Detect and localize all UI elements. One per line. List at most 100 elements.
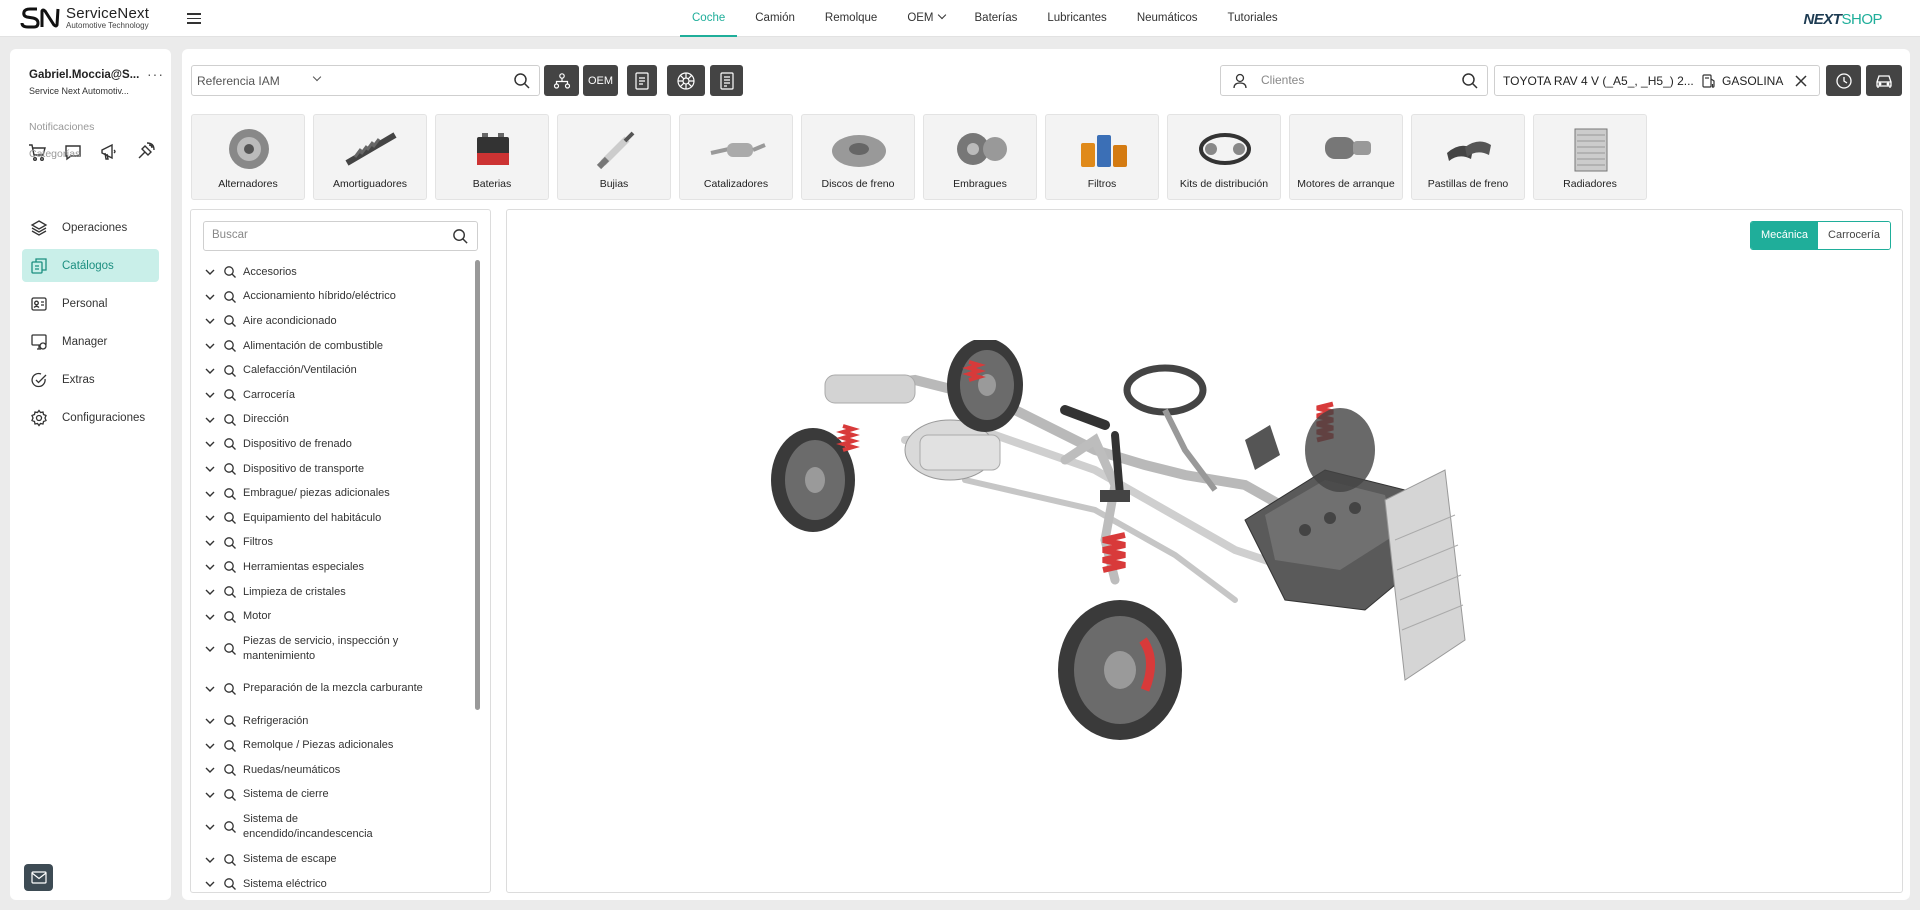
vehicle-chassis-diagram[interactable]	[765, 340, 1525, 760]
hierarchy-button[interactable]	[544, 65, 579, 96]
gear-lever-part[interactable]	[1111, 431, 1124, 499]
mail-button[interactable]	[24, 864, 53, 891]
tree-item[interactable]: Dispositivo de frenado	[203, 432, 473, 457]
category-card-radiadores[interactable]: Radiadores	[1533, 114, 1647, 200]
chevron-down-icon[interactable]	[203, 265, 217, 279]
servicenext-logo[interactable]: ServiceNext Automotive Technology	[20, 6, 149, 30]
mode-mecanica-button[interactable]: Mecánica	[1750, 222, 1819, 249]
sidebar-item-extras[interactable]: Extras	[22, 363, 159, 396]
clients-input[interactable]	[1261, 73, 1451, 87]
reference-search-box[interactable]: Referencia IAM	[191, 65, 540, 96]
tree-item[interactable]: Equipamiento del habitáculo	[203, 506, 473, 531]
tree-item[interactable]: Alimentación de combustible	[203, 334, 473, 359]
sidebar-item-catalogos[interactable]: Catálogos	[22, 249, 159, 282]
category-card-baterias[interactable]: Baterias	[435, 114, 549, 200]
category-card-catalizadores[interactable]: Catalizadores	[679, 114, 793, 200]
chevron-down-icon[interactable]	[203, 820, 217, 834]
chevron-down-icon[interactable]	[203, 560, 217, 574]
category-card-motores-de-arranque[interactable]: Motores de arranque	[1289, 114, 1403, 200]
reference-type-label[interactable]: Referencia IAM	[197, 74, 280, 88]
tree-item[interactable]: Sistema eléctrico	[203, 872, 473, 892]
selected-vehicle[interactable]: TOYOTA RAV 4 V (_A5_, _H5_) 2... GASOLIN…	[1494, 65, 1820, 96]
tree-item[interactable]: Sistema de escape	[203, 847, 473, 872]
tree-item[interactable]: Limpieza de cristales	[203, 580, 473, 605]
tree-item[interactable]: Sistema de encendido/incandescencia	[203, 807, 473, 847]
tree-item[interactable]: Accesorios	[203, 260, 473, 285]
radiator-part[interactable]	[1384, 469, 1466, 681]
tree-item[interactable]: Calefacción/Ventilación	[203, 358, 473, 383]
oem-button[interactable]: OEM	[583, 65, 618, 96]
close-icon[interactable]	[1793, 73, 1809, 89]
satellite-icon[interactable]	[134, 141, 156, 163]
sidebar-item-manager[interactable]: Manager	[22, 325, 159, 358]
tree-search-box[interactable]	[203, 221, 478, 251]
tree-item[interactable]: Accionamiento híbrido/eléctrico	[203, 285, 473, 310]
tree-item[interactable]: Carrocería	[203, 383, 473, 408]
nav-tab-remolque[interactable]: Remolque	[813, 0, 889, 37]
tree-item[interactable]: Ruedas/neumáticos	[203, 758, 473, 783]
chevron-down-icon[interactable]	[203, 714, 217, 728]
nav-tab-coche[interactable]: Coche	[680, 0, 738, 37]
tree-item[interactable]: Piezas de servicio, inspección y manteni…	[203, 629, 473, 669]
pedal-part[interactable]	[1245, 425, 1280, 470]
tree-item[interactable]: Herramientas especiales	[203, 555, 473, 580]
chevron-down-icon[interactable]	[203, 290, 217, 304]
chevron-down-icon[interactable]	[203, 788, 217, 802]
nav-tab-oem[interactable]: OEM	[895, 0, 956, 37]
nextshop-brand[interactable]: NEXTSHOP	[1803, 11, 1882, 28]
chevron-down-icon[interactable]	[203, 511, 217, 525]
category-card-bujias[interactable]: Bujias	[557, 114, 671, 200]
rear-right-wheel[interactable]	[947, 340, 1023, 432]
tree-item[interactable]: Remolque / Piezas adicionales	[203, 734, 473, 759]
sidebar-item-configuraciones[interactable]: Configuraciones	[22, 401, 159, 434]
search-icon[interactable]	[452, 228, 469, 245]
category-card-embragues[interactable]: Embragues	[923, 114, 1037, 200]
tire-button[interactable]	[667, 65, 705, 96]
chevron-down-icon[interactable]	[203, 610, 217, 624]
chevron-down-icon[interactable]	[203, 314, 217, 328]
clients-search-box[interactable]	[1220, 65, 1488, 96]
category-card-amortiguadores[interactable]: Amortiguadores	[313, 114, 427, 200]
search-icon[interactable]	[1461, 72, 1479, 90]
nav-tab-cami-n[interactable]: Camión	[743, 0, 807, 37]
search-icon[interactable]	[513, 72, 531, 90]
chevron-down-icon[interactable]	[203, 364, 217, 378]
category-card-alternadores[interactable]: Alternadores	[191, 114, 305, 200]
chevron-down-icon[interactable]	[203, 339, 217, 353]
sidebar-item-personal[interactable]: Personal	[22, 287, 159, 320]
hamburger-menu-icon[interactable]	[185, 10, 203, 28]
notes-button[interactable]	[710, 65, 743, 96]
tree-item[interactable]: Embrague/ piezas adicionales	[203, 481, 473, 506]
nav-tab-tutoriales[interactable]: Tutoriales	[1216, 0, 1290, 37]
sidebar-item-operaciones[interactable]: Operaciones	[22, 211, 159, 244]
tree-item[interactable]: Refrigeración	[203, 709, 473, 734]
nav-tab-lubricantes[interactable]: Lubricantes	[1035, 0, 1118, 37]
tree-item[interactable]: Preparación de la mezcla carburante	[203, 669, 473, 709]
category-card-kits-de-distribucion[interactable]: Kits de distribución	[1167, 114, 1281, 200]
chevron-down-icon[interactable]	[203, 763, 217, 777]
history-button[interactable]	[1826, 65, 1861, 96]
chevron-down-icon[interactable]	[203, 739, 217, 753]
parts-list-button[interactable]	[627, 65, 657, 96]
category-card-pastillas-de-freno[interactable]: Pastillas de freno	[1411, 114, 1525, 200]
chevron-down-icon[interactable]	[203, 462, 217, 476]
nav-tab-bater-as[interactable]: Baterías	[963, 0, 1030, 37]
tree-search-input[interactable]	[212, 229, 432, 241]
tree-item[interactable]: Motor	[203, 604, 473, 629]
tree-item[interactable]: Filtros	[203, 531, 473, 556]
nav-tab-neum-ticos[interactable]: Neumáticos	[1125, 0, 1210, 37]
tree-item[interactable]: Dispositivo de transporte	[203, 457, 473, 482]
chevron-down-icon[interactable]	[203, 413, 217, 427]
megaphone-icon[interactable]	[98, 141, 120, 163]
muffler-part[interactable]	[824, 374, 916, 404]
chevron-down-icon[interactable]	[203, 877, 217, 891]
chevron-down-icon[interactable]	[203, 642, 217, 656]
tree-item[interactable]: Dirección	[203, 408, 473, 433]
user-more-button[interactable]: ···	[147, 66, 164, 82]
chevron-down-icon[interactable]	[203, 536, 217, 550]
chevron-down-icon[interactable]	[203, 585, 217, 599]
front-left-wheel[interactable]	[1058, 600, 1182, 740]
chevron-down-icon[interactable]	[203, 437, 217, 451]
category-card-filtros[interactable]: Filtros	[1045, 114, 1159, 200]
chevron-down-icon[interactable]	[203, 487, 217, 501]
